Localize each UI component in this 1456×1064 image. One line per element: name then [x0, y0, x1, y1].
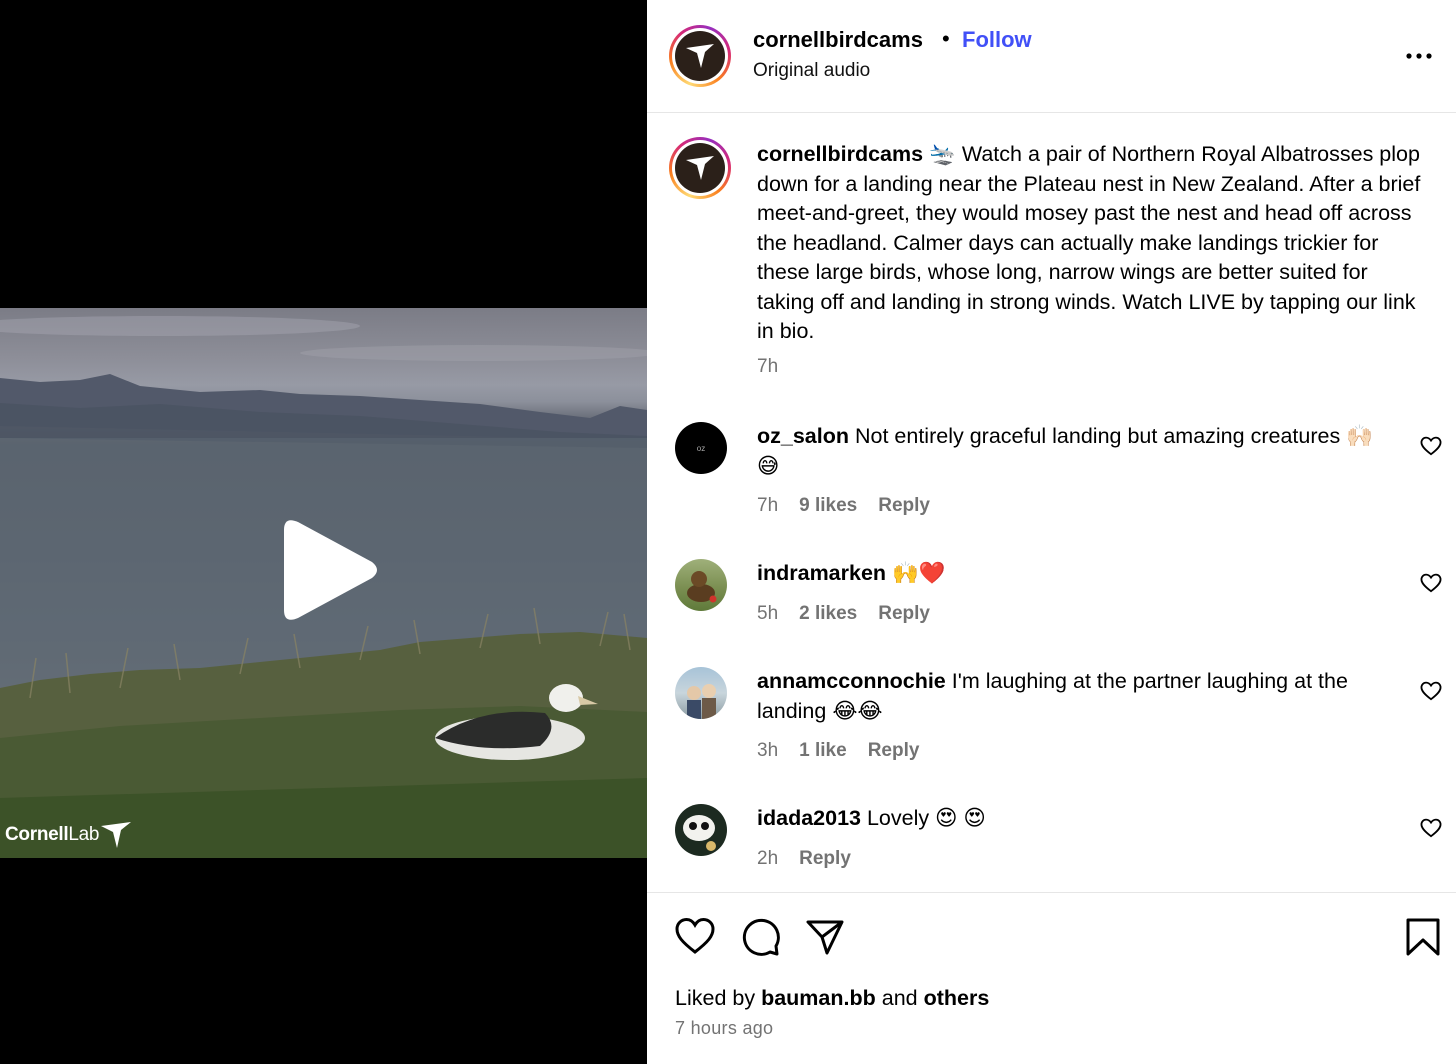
post-timestamp: 7 hours ago — [675, 1018, 774, 1038]
brand-light: Lab — [68, 824, 100, 845]
share-icon — [806, 920, 844, 955]
audio-label[interactable]: Original audio — [753, 60, 870, 82]
post-actions: Liked by bauman.bb and others 7 hours ag… — [647, 892, 1456, 1064]
like-button[interactable] — [675, 917, 715, 957]
cornell-lab-watermark: CornellLab — [5, 820, 133, 850]
comment-time: 3h — [757, 740, 779, 761]
comment-likes[interactable]: 1 like — [799, 740, 847, 762]
comment-body: Lovely 😍 😍 — [866, 806, 986, 830]
separator-dot: • — [942, 26, 950, 51]
comment-text: idada2013 Lovely 😍 😍 — [757, 804, 1397, 834]
author-avatar[interactable] — [669, 25, 731, 87]
more-icon — [1406, 53, 1432, 59]
post-panel: cornellbirdcams • Follow Original audio … — [647, 0, 1456, 1064]
comment-meta: 5h 2 likes Reply — [757, 603, 951, 625]
comment-like-heart-icon[interactable] — [1420, 681, 1442, 701]
author-username[interactable]: cornellbirdcams — [753, 27, 923, 53]
cornell-bird-logo-icon — [686, 156, 714, 180]
comment-avatar[interactable] — [675, 804, 727, 856]
comment-avatar[interactable] — [675, 667, 727, 719]
reply-button[interactable]: Reply — [799, 848, 851, 870]
video-frame[interactable] — [0, 308, 647, 858]
comment-username[interactable]: idada2013 — [757, 806, 861, 830]
comment-like-heart-icon[interactable] — [1420, 573, 1442, 593]
more-options-button[interactable] — [1403, 44, 1435, 68]
comment-body: 🙌❤️ — [892, 561, 946, 585]
comment-username[interactable]: annamcconnochie — [757, 669, 946, 693]
reply-button[interactable]: Reply — [878, 603, 930, 625]
post-header: cornellbirdcams • Follow Original audio — [647, 0, 1456, 113]
play-icon — [284, 520, 377, 620]
reply-button[interactable]: Reply — [868, 740, 920, 762]
comment-time: 7h — [757, 495, 779, 516]
comment-like-heart-icon[interactable] — [1420, 818, 1442, 838]
follow-button[interactable]: Follow — [962, 27, 1032, 53]
cornell-lab-bird-icon — [101, 822, 132, 848]
comment-likes[interactable]: 9 likes — [799, 495, 857, 517]
people-photo-icon — [687, 684, 716, 719]
comment-like-heart-icon[interactable] — [1420, 436, 1442, 456]
comment-username[interactable]: indramarken — [757, 561, 886, 585]
comment-text: annamcconnochie I'm laughing at the part… — [757, 667, 1397, 726]
comment-body: Not entirely graceful landing but amazin… — [757, 424, 1373, 478]
heart-icon — [675, 917, 715, 954]
panda-photo-icon — [683, 815, 716, 851]
post-caption: cornellbirdcams 🛬 Watch a pair of Northe… — [757, 140, 1429, 347]
caption-timestamp: 7h — [757, 356, 779, 377]
comment-meta: 2h Reply — [757, 848, 872, 870]
comment-time: 5h — [757, 603, 779, 624]
comment-time: 2h — [757, 848, 779, 869]
caption-username[interactable]: cornellbirdcams — [757, 142, 923, 166]
caption-text: Watch a pair of Northern Royal Albatross… — [757, 142, 1421, 343]
caption-avatar[interactable] — [669, 137, 731, 199]
dog-photo-icon — [687, 571, 717, 603]
comment-meta: 7h 9 likes Reply — [757, 495, 951, 517]
liked-prefix: Liked by — [675, 986, 756, 1010]
liked-others[interactable]: others — [924, 986, 990, 1010]
comment-likes[interactable]: 2 likes — [799, 603, 857, 625]
comment-avatar[interactable] — [675, 559, 727, 611]
reply-button[interactable]: Reply — [878, 495, 930, 517]
comment-text: oz_salon Not entirely graceful landing b… — [757, 422, 1397, 481]
brand-bold: Cornell — [5, 824, 69, 845]
save-button[interactable] — [1403, 917, 1443, 957]
liked-and: and — [881, 986, 918, 1010]
media-panel: CornellLab — [0, 0, 647, 1064]
liked-by: Liked by bauman.bb and others — [675, 986, 989, 1011]
cornell-bird-logo-icon — [686, 44, 714, 68]
comment-avatar[interactable]: oz — [675, 422, 727, 474]
comment-text: indramarken 🙌❤️ — [757, 559, 1397, 589]
comment-username[interactable]: oz_salon — [757, 424, 849, 448]
bookmark-icon — [1406, 918, 1440, 956]
comment-icon — [742, 918, 780, 956]
liked-user[interactable]: bauman.bb — [761, 986, 876, 1010]
comment-button[interactable] — [740, 917, 780, 957]
caption-emoji: 🛬 — [929, 142, 956, 166]
share-button[interactable] — [805, 917, 845, 957]
comment-meta: 3h 1 like Reply — [757, 740, 940, 762]
play-button[interactable] — [278, 516, 382, 624]
